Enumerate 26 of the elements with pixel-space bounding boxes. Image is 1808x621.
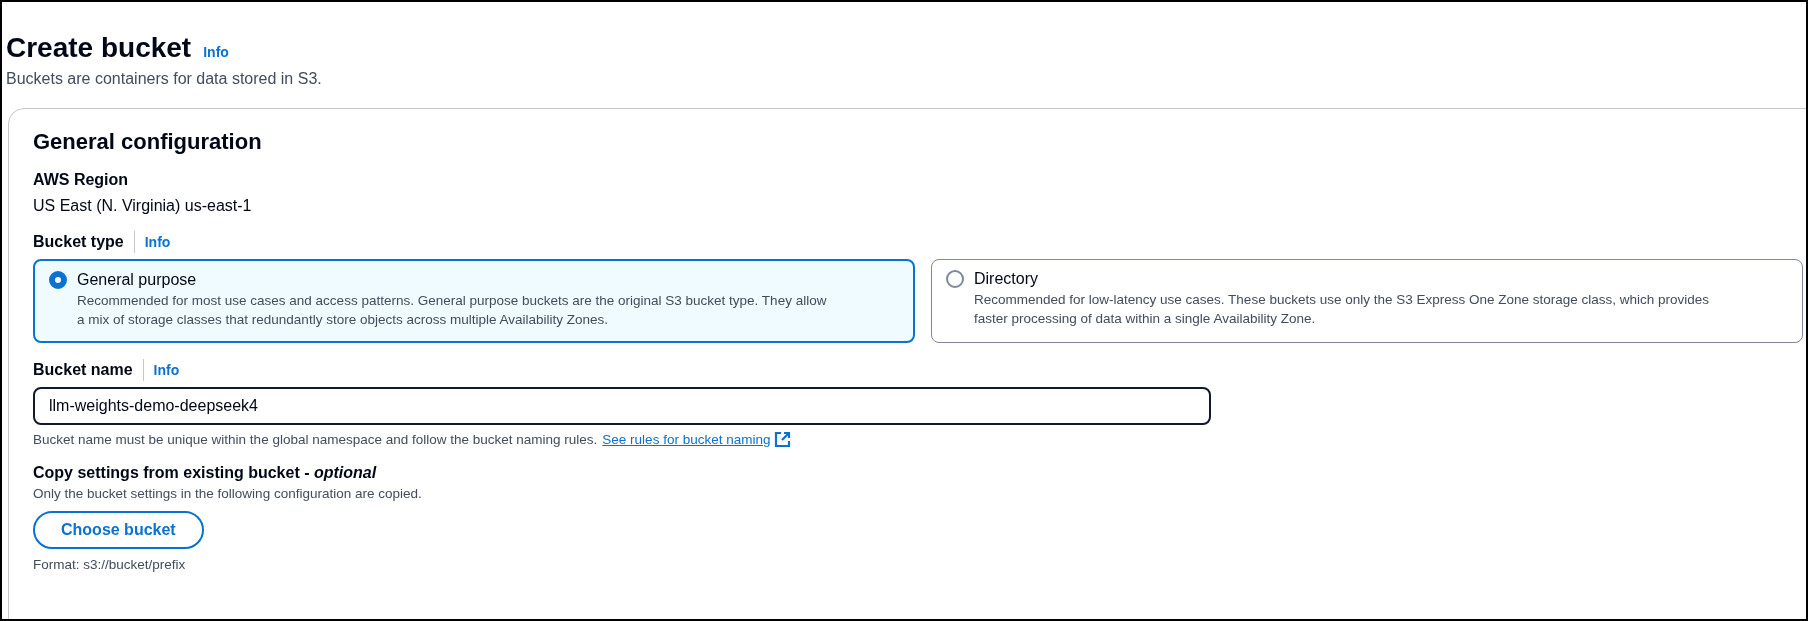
option-label: Directory bbox=[974, 270, 1038, 288]
info-link[interactable]: Info bbox=[144, 234, 171, 250]
external-link-icon[interactable] bbox=[774, 431, 792, 448]
option-description: Recommended for most use cases and access patterns. General purpose buckets are the original S3 bucket type. They allow a mix of storage classes that redundantly store objects across multiple Availability Zones. bbox=[77, 292, 828, 329]
bucket-type-option[interactable]: Directory Recommended for low-latency use cases. These buckets use only the S3 Express One Zone storage class, which provides faster processing of data within a single Availability Zone. bbox=[931, 259, 1803, 343]
info-link[interactable]: Info bbox=[203, 44, 229, 60]
field-hint: Bucket name must be unique within the global namespace and follow the bucket naming rules. bbox=[33, 432, 598, 447]
field-label: AWS Region bbox=[33, 171, 130, 189]
field-description: Only the bucket settings in the following configuration are copied. bbox=[33, 486, 423, 501]
option-label: General purpose bbox=[77, 271, 197, 289]
page-description: Buckets are containers for data stored in S3. bbox=[6, 70, 323, 88]
region-value: US East (N. Virginia) us-east-1 bbox=[33, 197, 253, 215]
section-heading: General configuration bbox=[33, 129, 263, 155]
radio-button[interactable] bbox=[49, 271, 67, 289]
option-description: Recommended for low-latency use cases. These buckets use only the S3 Express One Zone storage class, which provides faster processing of data within a single Availability Zone. bbox=[974, 291, 1711, 328]
rules-link[interactable]: See rules for bucket naming bbox=[602, 432, 771, 447]
radio-button[interactable] bbox=[946, 270, 964, 288]
page-title: Create bucket bbox=[6, 32, 192, 64]
info-link[interactable]: Info bbox=[153, 362, 180, 378]
format-hint: Format: s3://bucket/prefix bbox=[33, 557, 187, 572]
field-label: Copy settings from existing bucket - optional bbox=[33, 464, 378, 482]
bucket-name-field[interactable]: llm-weights-demo-deepseek4 bbox=[33, 387, 1211, 425]
field-label: Bucket type bbox=[33, 233, 124, 251]
field-label: Bucket name bbox=[33, 361, 133, 379]
choose-bucket-button[interactable]: Choose bucket bbox=[33, 511, 204, 549]
bucket-type-option[interactable] bbox=[33, 259, 915, 343]
